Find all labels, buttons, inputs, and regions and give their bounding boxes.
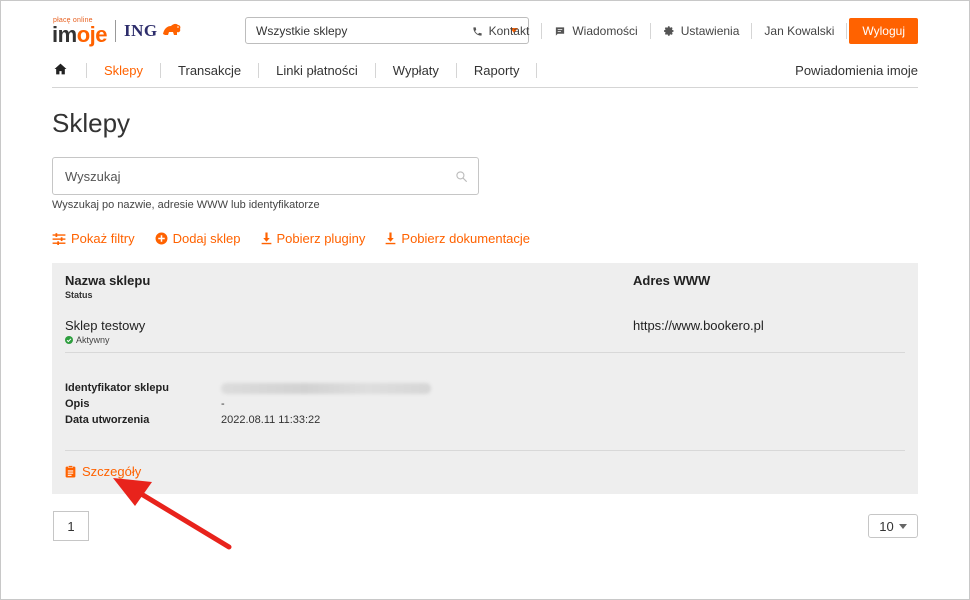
detail-row-created: Data utworzenia 2022.08.11 11:33:22 (65, 412, 431, 428)
user-name-label: Jan Kowalski (764, 24, 835, 38)
phone-icon (472, 26, 483, 37)
download-plugins-button[interactable]: Pobierz pluginy (261, 231, 366, 246)
page-title: Sklepy (52, 108, 131, 138)
logo-divider (114, 20, 116, 42)
home-icon (54, 63, 67, 78)
store-url: https://www.bookero.pl (633, 318, 764, 333)
details-link[interactable]: Szczegóły (65, 464, 141, 479)
settings-label: Ustawienia (680, 24, 740, 38)
add-store-label: Dodaj sklep (172, 231, 241, 246)
add-store-button[interactable]: Dodaj sklep (155, 231, 241, 246)
search-icon[interactable] (455, 170, 468, 188)
contact-link[interactable]: Kontakt (460, 23, 543, 39)
nav-item-linki-platnosci[interactable]: Linki płatności (259, 63, 376, 78)
stores-table: Nazwa sklepu Status Adres WWW Sklep test… (52, 263, 918, 494)
download-docs-button[interactable]: Pobierz dokumentacje (385, 231, 530, 246)
nav-home[interactable] (52, 63, 87, 78)
store-details: Identyfikator sklepu Opis - Data utworze… (65, 380, 431, 428)
per-page-value: 10 (879, 518, 894, 534)
pagination-page-1[interactable]: 1 (53, 511, 89, 541)
main-nav: Sklepy Transakcje Linki płatności Wypłat… (52, 54, 918, 88)
logout-button[interactable]: Wyloguj (849, 18, 918, 44)
chevron-down-icon (898, 523, 907, 529)
ing-logo-text: ING (123, 21, 158, 40)
nav-item-sklepy[interactable]: Sklepy (87, 63, 162, 78)
search-hint: Wyszukaj po nazwie, adresie WWW lub iden… (52, 199, 320, 211)
status-label: Aktywny (76, 335, 110, 345)
nav-item-transakcje[interactable]: Transakcje (161, 63, 260, 78)
gear-icon (663, 25, 675, 37)
per-page-select[interactable]: 10 (868, 514, 918, 538)
logo-wordmark: imoje (52, 21, 107, 47)
contact-label: Kontakt (488, 24, 530, 38)
user-name[interactable]: Jan Kowalski (752, 23, 848, 39)
nav-notifications[interactable]: Powiadomienia imoje (795, 63, 918, 78)
details-link-label: Szczegóły (82, 464, 142, 479)
status-badge: Aktywny (65, 335, 110, 345)
imoje-logo: płacę online imoje (52, 17, 107, 46)
table-header: Nazwa sklepu Status Adres WWW (52, 263, 918, 309)
store-name: Sklep testowy (65, 318, 146, 333)
search-input[interactable] (53, 158, 478, 194)
messages-label: Wiadomości (572, 24, 638, 38)
store-id-value-blurred (221, 382, 431, 394)
download-icon (261, 232, 272, 245)
show-filters-button[interactable]: Pokaż filtry (52, 231, 135, 246)
detail-label-description: Opis (65, 398, 90, 410)
column-header-name: Nazwa sklepu (65, 273, 151, 288)
message-icon (554, 26, 566, 37)
ing-lion-icon (161, 21, 183, 42)
detail-row-id: Identyfikator sklepu (65, 380, 431, 396)
table-row: Sklep testowy Aktywny https://www.booker… (52, 309, 918, 494)
show-filters-label: Pokaż filtry (71, 231, 135, 246)
check-circle-icon (65, 336, 73, 344)
download-icon (385, 232, 396, 245)
nav-item-wyplaty[interactable]: Wypłaty (376, 63, 457, 78)
action-bar: Pokaż filtry Dodaj sklep Pobierz pluginy… (52, 231, 550, 246)
download-plugins-label: Pobierz pluginy (276, 231, 366, 246)
header-links: Kontakt Wiadomości Ustawienia Jan Kowals… (460, 14, 918, 48)
clipboard-icon (65, 465, 76, 478)
settings-link[interactable]: Ustawienia (651, 23, 753, 39)
detail-label-id: Identyfikator sklepu (65, 382, 169, 394)
logo[interactable]: płacę online imoje ING (52, 14, 183, 48)
detail-row-description: Opis - (65, 396, 431, 412)
store-select-value: Wszystkie sklepy (256, 23, 348, 38)
column-header-url: Adres WWW (633, 273, 711, 288)
plus-circle-icon (155, 232, 168, 245)
row-divider (65, 450, 905, 451)
search-field[interactable] (52, 157, 479, 195)
column-header-status: Status (65, 290, 93, 300)
filter-sliders-icon (52, 232, 66, 245)
detail-value-created: 2022.08.11 11:33:22 (221, 414, 321, 426)
messages-link[interactable]: Wiadomości (542, 23, 651, 39)
detail-label-created: Data utworzenia (65, 414, 150, 426)
download-docs-label: Pobierz dokumentacje (401, 231, 531, 246)
detail-value-description: - (221, 398, 225, 410)
top-bar: płacę online imoje ING Wszystkie sklepy … (52, 14, 918, 48)
row-divider (65, 352, 905, 353)
nav-item-raporty[interactable]: Raporty (457, 63, 538, 78)
